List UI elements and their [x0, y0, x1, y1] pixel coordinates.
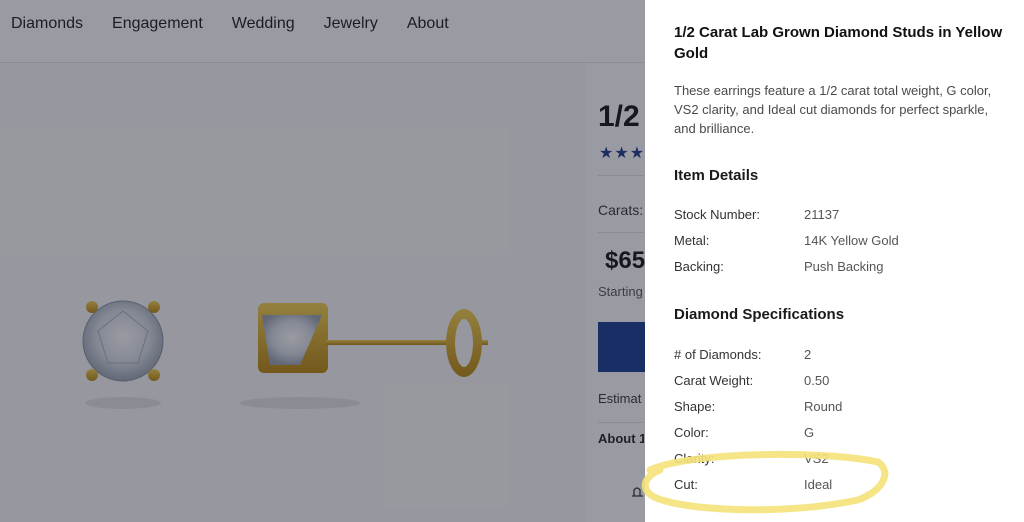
item-details-heading: Item Details	[674, 167, 759, 184]
detail-value: 21137	[804, 206, 840, 222]
spec-value: G	[804, 424, 815, 440]
spec-label: Clarity:	[674, 450, 715, 466]
spec-value: Ideal	[804, 476, 833, 492]
detail-value: 14K Yellow Gold	[804, 232, 899, 248]
drawer-title: 1/2 Carat Lab Grown Diamond Studs in Yel…	[674, 24, 1003, 62]
diamond-specifications-heading: Diamond Specifications	[674, 306, 845, 323]
detail-label: Metal:	[674, 232, 710, 248]
detail-label: Backing:	[674, 258, 724, 274]
spec-label: Shape:	[674, 398, 716, 414]
spec-row-clarity: Clarity: VS2	[674, 448, 829, 468]
detail-value: Push Backing	[804, 258, 884, 274]
product-details-drawer: 1/2 Carat Lab Grown Diamond Studs in Yel…	[645, 0, 1024, 522]
spec-value: 2	[804, 346, 812, 362]
detail-row-stock-number: Stock Number: 21137	[674, 204, 839, 224]
detail-label: Stock Number:	[674, 206, 760, 222]
spec-label: Carat Weight:	[674, 372, 754, 388]
spec-value: VS2	[804, 450, 829, 466]
drawer-description: These earrings feature a 1/2 carat total…	[674, 83, 992, 136]
spec-value: 0.50	[804, 372, 830, 388]
spec-label: Color:	[674, 424, 709, 440]
spec-row-shape: Shape: Round	[674, 396, 842, 416]
detail-row-backing: Backing: Push Backing	[674, 256, 884, 276]
spec-row-number-of-diamonds: # of Diamonds: 2	[674, 344, 811, 364]
spec-row-color: Color: G	[674, 422, 814, 442]
modal-backdrop[interactable]	[0, 0, 645, 522]
spec-row-carat-weight: Carat Weight: 0.50	[674, 370, 829, 390]
spec-label: Cut:	[674, 476, 698, 492]
detail-row-metal: Metal: 14K Yellow Gold	[674, 230, 899, 250]
spec-row-cut: Cut: Ideal	[674, 474, 832, 494]
spec-value: Round	[804, 398, 843, 414]
spec-label: # of Diamonds:	[674, 346, 762, 362]
